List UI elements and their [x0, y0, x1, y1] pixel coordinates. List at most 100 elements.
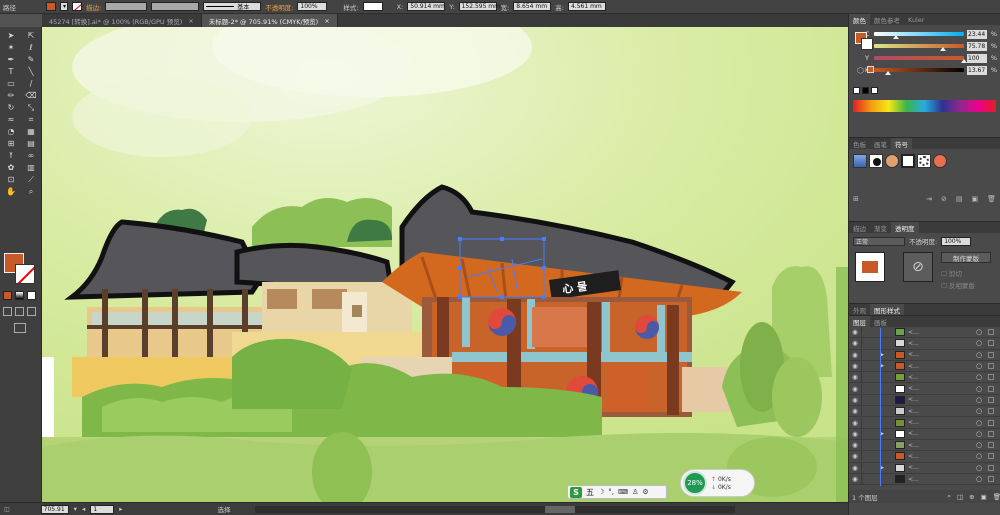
stroke-color-box[interactable]	[15, 264, 35, 284]
line-tool-icon[interactable]: ╲	[23, 66, 39, 77]
rectangle-tool-icon[interactable]: ▭	[3, 78, 19, 89]
artboard-canvas[interactable]: 心 물 S 五 ☽ °, ⌨ ♙ ⚙ 28% ↑ 0K/s ↓ 0K/s	[42, 27, 848, 502]
opacity-field[interactable]: 100%	[297, 2, 328, 11]
target-circle-icon[interactable]: ○	[976, 362, 988, 370]
new-layer-icon[interactable]: ▣	[981, 493, 987, 501]
delete-symbol-icon[interactable]: 🗑	[987, 195, 996, 203]
settings-icon[interactable]: ⚙	[642, 488, 648, 496]
symbol-options-icon[interactable]: ▤	[956, 195, 963, 203]
curvature-tool-icon[interactable]: ✎	[23, 54, 39, 65]
ime-mode-label[interactable]: 五	[586, 487, 594, 498]
visibility-eye-icon[interactable]: ◉	[849, 362, 861, 370]
tab-stroke[interactable]: 描边	[849, 222, 870, 233]
lock-toggle[interactable]	[861, 372, 875, 383]
lock-toggle[interactable]	[861, 349, 875, 360]
lock-toggle[interactable]	[861, 383, 875, 394]
expand-arrow-icon[interactable]: ▶	[875, 431, 889, 437]
variable-width-field[interactable]	[151, 2, 200, 11]
lock-toggle[interactable]	[861, 417, 875, 428]
target-circle-icon[interactable]: ○	[976, 475, 988, 483]
visibility-eye-icon[interactable]: ◉	[849, 339, 861, 347]
selection-indicator[interactable]	[988, 351, 994, 358]
lock-toggle[interactable]	[861, 440, 875, 451]
black-value-field[interactable]: 13.67	[967, 65, 987, 75]
break-link-icon[interactable]: ⊘	[941, 195, 947, 203]
new-symbol-icon[interactable]: ▣	[971, 195, 978, 203]
layer-row[interactable]: ◉ <… ○	[849, 451, 1000, 463]
target-circle-icon[interactable]: ○	[976, 328, 988, 336]
tab-brushes[interactable]: 画笔	[870, 138, 891, 149]
target-circle-icon[interactable]: ○	[976, 351, 988, 359]
make-mask-button[interactable]: 制作蒙版	[941, 252, 991, 263]
draw-inside-icon[interactable]	[27, 307, 36, 316]
lock-toggle[interactable]	[861, 428, 875, 439]
pen-tool-icon[interactable]: ✒	[3, 54, 19, 65]
lasso-tool-icon[interactable]: ℓ	[23, 42, 39, 53]
target-circle-icon[interactable]: ○	[976, 430, 988, 438]
transparency-opacity-field[interactable]: 100%	[941, 236, 972, 246]
zoom-dropdown-icon[interactable]: ▾	[74, 505, 77, 513]
clip-checkbox-box[interactable]: ☐	[941, 270, 949, 278]
selection-indicator[interactable]	[988, 340, 994, 347]
target-circle-icon[interactable]: ○	[976, 407, 988, 415]
zoom-tool-icon[interactable]: ⌕	[23, 186, 39, 197]
target-circle-icon[interactable]: ○	[976, 419, 988, 427]
scale-tool-icon[interactable]: ⤡	[23, 102, 39, 113]
hand-tool-icon[interactable]: ✋	[3, 186, 19, 197]
yellow-slider-row[interactable]: Y 100 %	[863, 52, 998, 64]
none-mode-icon[interactable]	[27, 291, 36, 300]
layer-row[interactable]: ◉ ▶ <… ○	[849, 361, 1000, 373]
magenta-value-field[interactable]: 75.78	[967, 41, 987, 51]
visibility-eye-icon[interactable]: ◉	[849, 407, 861, 415]
prev-artboard-icon[interactable]: ◂	[82, 505, 85, 513]
stroke-style-field[interactable]: 基本	[203, 2, 262, 11]
target-circle-icon[interactable]: ○	[976, 373, 988, 381]
color-spectrum[interactable]	[853, 100, 996, 112]
expand-arrow-icon[interactable]: ▶	[875, 352, 889, 358]
yellow-slider[interactable]	[874, 56, 967, 63]
clip-checkbox[interactable]: ☐ 剪切	[941, 268, 962, 278]
visibility-eye-icon[interactable]: ◉	[849, 385, 861, 393]
artboard-number-field[interactable]: 1	[90, 504, 115, 514]
cyan-slider[interactable]	[874, 32, 964, 39]
draw-normal-icon[interactable]	[3, 307, 12, 316]
stroke-swatch[interactable]	[72, 2, 82, 11]
layer-row[interactable]: ◉ <… ○	[849, 417, 1000, 429]
lock-toggle[interactable]	[861, 406, 875, 417]
symbol-flower[interactable]	[933, 154, 947, 168]
blend-tool-icon[interactable]: ∞	[23, 150, 39, 161]
symbol-library-icon[interactable]: ⊞	[853, 195, 859, 203]
layer-row[interactable]: ◉ <… ○	[849, 406, 1000, 418]
visibility-eye-icon[interactable]: ◉	[849, 328, 861, 336]
panel-stroke-box[interactable]	[861, 38, 873, 50]
expand-arrow-icon[interactable]: ▶	[875, 363, 889, 369]
visibility-eye-icon[interactable]: ◉	[849, 430, 861, 438]
white-swatch[interactable]	[871, 87, 878, 94]
magenta-slider-row[interactable]: M 75.78 %	[863, 40, 998, 52]
target-circle-icon[interactable]: ○	[976, 339, 988, 347]
target-circle-icon[interactable]: ○	[976, 464, 988, 472]
shape-builder-tool-icon[interactable]: ◔	[3, 126, 19, 137]
layer-row[interactable]: ◉ <… ○	[849, 474, 1000, 486]
cyan-value-field[interactable]: 23.44	[967, 29, 987, 39]
column-graph-tool-icon[interactable]: ▥	[23, 162, 39, 173]
target-circle-icon[interactable]: ○	[976, 441, 988, 449]
layer-row[interactable]: ◉ <… ○	[849, 372, 1000, 384]
visibility-eye-icon[interactable]: ◉	[849, 396, 861, 404]
tab-graphic-styles[interactable]: 图形样式	[870, 304, 904, 315]
next-artboard-icon[interactable]: ▸	[119, 505, 122, 513]
punctuation-icon[interactable]: °,	[608, 488, 614, 496]
pencil-tool-icon[interactable]: ✏	[3, 90, 19, 101]
gradient-tool-icon[interactable]: ▤	[23, 138, 39, 149]
layer-row[interactable]: ◉ <… ○	[849, 394, 1000, 407]
memory-percent-badge[interactable]: 28%	[683, 471, 707, 495]
cyan-slider-row[interactable]: C 23.44 %	[863, 28, 998, 40]
type-tool-icon[interactable]: T	[3, 66, 19, 77]
tab-document-2[interactable]: 未标题-2* @ 705.91% (CMYK/预览) ×	[201, 14, 338, 27]
delete-layer-icon[interactable]: 🗑	[993, 493, 1000, 501]
eyedropper-tool-icon[interactable]: ߌ	[3, 150, 19, 161]
user-icon[interactable]: ♙	[632, 488, 638, 496]
layer-row[interactable]: ◉ <… ○	[849, 383, 1000, 395]
target-circle-icon[interactable]: ○	[976, 396, 988, 404]
tab-kuler[interactable]: Kuler	[904, 14, 929, 25]
